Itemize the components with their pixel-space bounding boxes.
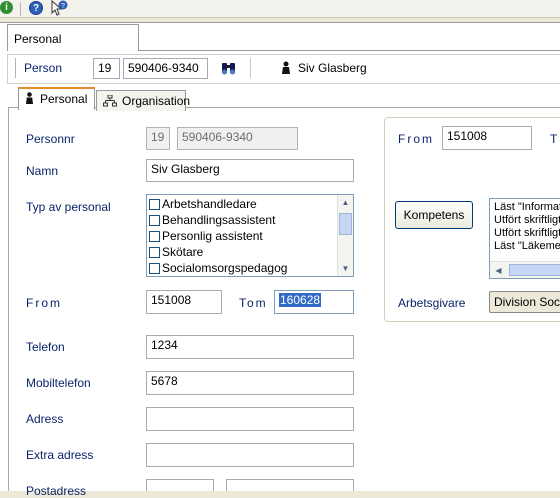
vertical-scrollbar[interactable]: ▲ ▼ [337, 195, 353, 276]
checkbox[interactable] [149, 262, 160, 274]
namn-input[interactable]: Siv Glasberg [146, 159, 354, 182]
svg-text:?: ? [61, 3, 65, 10]
mobiltelefon-label: Mobiltelefon [26, 376, 91, 390]
person-century-input[interactable]: 19 [93, 58, 120, 79]
list-item-label: Socialomsorgspedagog [162, 261, 288, 275]
person-icon [25, 92, 34, 105]
kompetens-button[interactable]: Kompetens [395, 201, 473, 229]
tab-personal-label: Personal [40, 92, 88, 106]
scroll-thumb[interactable] [339, 213, 352, 235]
list-item[interactable]: Utfört skriftligt [494, 227, 560, 240]
namn-label: Namn [26, 164, 59, 178]
personnr-field: 590406-9340 [177, 127, 298, 150]
checkbox[interactable] [149, 198, 160, 210]
checkbox[interactable] [149, 214, 160, 226]
document-tab-personal[interactable]: Personal [7, 24, 139, 51]
list-item-label: Personlig assistent [162, 229, 263, 243]
tom-value: 160628 [279, 293, 322, 307]
list-item-label: Arbetshandledare [162, 197, 257, 211]
toolbar-separator [20, 2, 21, 16]
tab-organisation-label: Organisation [122, 94, 191, 108]
scroll-up-icon[interactable]: ▲ [338, 195, 353, 210]
horizontal-scrollbar[interactable]: ◀ [490, 261, 560, 278]
adress-input[interactable] [146, 407, 354, 431]
info-icon[interactable]: i [0, 1, 13, 14]
mobiltelefon-input[interactable]: 5678 [146, 371, 354, 395]
list-item-label: Skötare [162, 245, 204, 259]
list-item[interactable]: Läst "Läkeme [494, 240, 560, 253]
telefon-label: Telefon [26, 340, 65, 354]
person-name: Siv Glasberg [298, 61, 367, 75]
list-item[interactable]: Arbetshandledare [147, 196, 337, 212]
document-tab-underline [139, 50, 560, 51]
postort-input[interactable] [226, 479, 354, 491]
help-icon[interactable]: ? [29, 1, 43, 15]
grip-handle [15, 58, 17, 78]
org-chart-icon [103, 94, 117, 107]
person-label: Person [24, 61, 63, 75]
tom-input[interactable]: 160628 [274, 290, 354, 314]
list-item-label: Behandlingsassistent [162, 213, 276, 227]
right-from-label: From [398, 132, 434, 146]
personnr-label: Personnr [26, 132, 75, 146]
typ-av-personal-label: Typ av personal [26, 200, 111, 214]
extra-adress-label: Extra adress [26, 448, 94, 462]
tab-organisation[interactable]: Organisation [96, 90, 190, 111]
checkbox[interactable] [149, 230, 160, 242]
list-item[interactable]: Personlig assistent [147, 228, 337, 244]
toolbar [0, 0, 560, 18]
list-item[interactable]: Utfört skriftligt [494, 214, 560, 227]
list-item[interactable]: Skötare [147, 244, 337, 260]
extra-adress-input[interactable] [146, 443, 354, 467]
list-item[interactable]: Behandlingsassistent [147, 212, 337, 228]
bar-separator [250, 58, 251, 78]
from-label: From [26, 296, 62, 310]
right-tom-label: T [550, 132, 558, 146]
from-input[interactable]: 151008 [146, 290, 222, 314]
kompetens-list[interactable]: Läst "Informat Utfört skriftligt Utfört … [489, 198, 560, 279]
arbetsgivare-dropdown[interactable]: Division Socia [489, 291, 560, 313]
scroll-thumb[interactable] [509, 264, 560, 276]
person-number-input[interactable]: 590406-9340 [123, 58, 208, 79]
scroll-left-icon[interactable]: ◀ [491, 263, 506, 278]
telefon-input[interactable]: 1234 [146, 335, 354, 359]
personnr-century-field: 19 [146, 127, 170, 150]
binoculars-icon[interactable] [220, 59, 238, 77]
list-item[interactable]: Läst "Informat [494, 201, 560, 214]
tom-label: Tom [239, 296, 268, 310]
list-item[interactable]: Socialomsorgspedagog [147, 260, 337, 276]
postnummer-input[interactable] [146, 479, 214, 491]
typ-av-personal-list[interactable]: Arbetshandledare Behandlingsassistent Pe… [146, 194, 354, 277]
scroll-down-icon[interactable]: ▼ [338, 261, 353, 276]
context-help-icon[interactable]: ? [50, 0, 68, 16]
postadress-label: Postadress [26, 484, 87, 498]
checkbox[interactable] [149, 246, 160, 258]
person-icon [281, 61, 291, 75]
arbetsgivare-label: Arbetsgivare [398, 296, 466, 310]
tab-personal[interactable]: Personal [18, 87, 95, 110]
right-from-input[interactable]: 151008 [442, 126, 532, 150]
adress-label: Adress [26, 412, 64, 426]
